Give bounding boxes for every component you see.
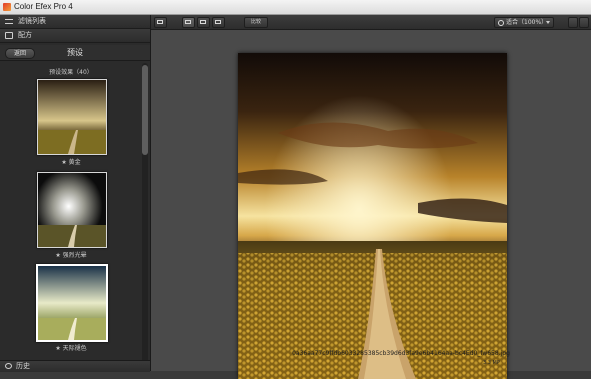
back-button[interactable]: 返回 (5, 48, 35, 59)
scrollbar-thumb[interactable] (142, 65, 148, 155)
preset-thumbnail-3[interactable] (36, 264, 108, 342)
preset-thumbnail-2[interactable] (37, 172, 107, 248)
single-view-button[interactable] (182, 17, 195, 28)
loupe-button[interactable] (568, 17, 578, 28)
preview-canvas: 0a36aa77c9ffdb6033285385cb39d6d3fa9e6b41… (151, 30, 591, 379)
zoom-select[interactable]: 适合（100%） (494, 17, 554, 28)
preset-caption-3: ★ 天际褪色 (55, 345, 87, 352)
top-toolbar: 比较 适合（100%） (151, 15, 591, 30)
chevron-down-icon (546, 21, 550, 24)
history-icon (5, 363, 12, 369)
preset-title: 预设 (67, 48, 83, 57)
filter-list-toggle[interactable]: 滤镜列表 (0, 15, 150, 29)
split-view-icon (200, 20, 206, 24)
history-label: 历史 (16, 362, 30, 370)
recipes-label: 配方 (18, 31, 32, 39)
side-by-side-icon (215, 20, 221, 24)
recipes-icon (5, 32, 13, 39)
window-title: Color Efex Pro 4 (14, 2, 73, 11)
category-label: 预设效果（40） (49, 69, 93, 76)
panel-toggle-button[interactable] (154, 17, 167, 28)
preset-scrollbar[interactable] (142, 63, 148, 369)
compare-button[interactable]: 比较 (244, 17, 268, 28)
background-button[interactable] (579, 17, 589, 28)
app-logo-icon (3, 3, 11, 11)
single-view-icon (185, 20, 191, 24)
file-name: 0a36aa77c9ffdb6033285385cb39d6d3fa9e6b41… (292, 350, 510, 357)
left-panel: 滤镜列表 配方 返回 预设 预设效果（40） ★ 黄金 ★ 强烈光晕 ★ 天际褪… (0, 15, 151, 372)
file-size: 3.3 MP (483, 360, 500, 366)
panel-icon (157, 20, 163, 24)
preset-caption-1: ★ 黄金 (61, 159, 81, 166)
filter-list-label: 滤镜列表 (18, 17, 46, 25)
split-view-button[interactable] (197, 17, 210, 28)
preset-caption-2: ★ 强烈光晕 (55, 252, 87, 259)
preview-image[interactable] (238, 53, 507, 379)
magnifier-icon (498, 20, 504, 26)
zoom-value: 适合（100%） (506, 19, 548, 26)
window-title-bar: Color Efex Pro 4 (0, 0, 591, 15)
preset-thumbnail-1[interactable] (37, 79, 107, 155)
recipes-toggle[interactable]: 配方 (0, 29, 150, 43)
preset-header: 返回 预设 (0, 45, 150, 61)
history-toggle[interactable]: 历史 (0, 360, 150, 372)
menu-icon (5, 19, 13, 24)
side-by-side-button[interactable] (212, 17, 225, 28)
